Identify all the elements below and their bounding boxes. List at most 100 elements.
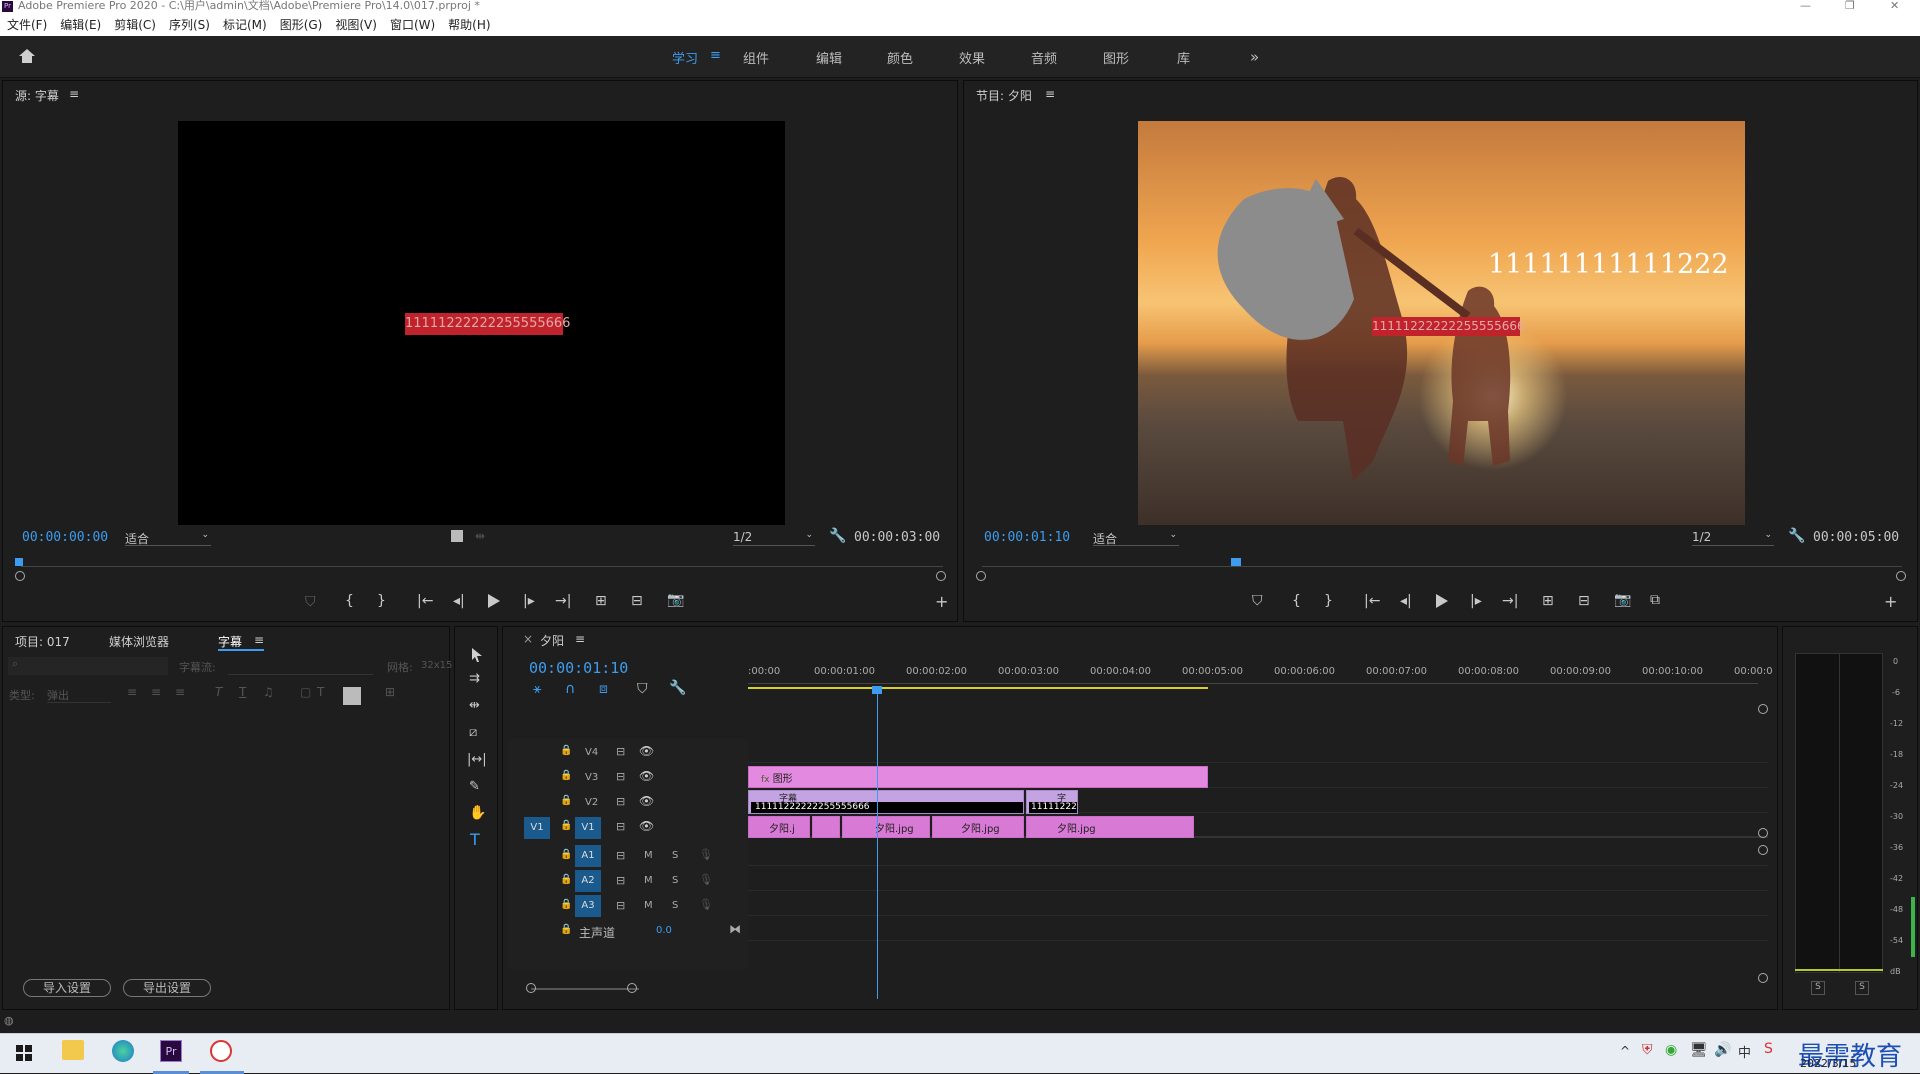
track-label-v3[interactable]: V3 bbox=[585, 772, 598, 783]
microphone-icon[interactable]: 🎙 bbox=[699, 898, 713, 911]
play-icon[interactable] bbox=[1436, 594, 1448, 608]
type-tool-icon[interactable]: T bbox=[470, 830, 480, 849]
vscroll-handle-top[interactable] bbox=[1758, 704, 1768, 714]
go-to-out-icon[interactable]: →| bbox=[555, 593, 571, 609]
step-forward-icon[interactable]: |▸ bbox=[1470, 593, 1482, 609]
overwrite-icon[interactable]: ⊟ bbox=[631, 593, 643, 609]
clip-image[interactable]: 夕阳.j bbox=[748, 816, 810, 838]
hscroll-handle-right[interactable] bbox=[627, 983, 637, 993]
zoom-handle-left[interactable] bbox=[976, 571, 986, 581]
tray-security-icon[interactable]: ⛨ bbox=[1642, 1042, 1653, 1058]
windows-start-icon[interactable] bbox=[16, 1045, 32, 1061]
mute-button[interactable]: M bbox=[644, 850, 653, 861]
tab-media-browser[interactable]: 媒体浏览器 bbox=[109, 633, 169, 650]
background-color-icon[interactable]: ▢ bbox=[300, 685, 311, 699]
solo-button[interactable]: S bbox=[672, 850, 678, 861]
track-lane-a3[interactable] bbox=[748, 892, 1768, 916]
go-to-in-icon[interactable]: |← bbox=[1364, 593, 1380, 609]
hscroll-track[interactable] bbox=[531, 988, 639, 990]
file-explorer-icon[interactable] bbox=[62, 1040, 84, 1060]
zoom-handle-right[interactable] bbox=[1896, 571, 1906, 581]
eye-icon[interactable]: 👁 bbox=[639, 769, 654, 783]
vscroll-handle-bottom[interactable] bbox=[1758, 973, 1768, 983]
timeline-ruler[interactable]: :00:00 00:00:01:00 00:00:02:00 00:00:03:… bbox=[748, 661, 1773, 691]
track-lane-v4[interactable] bbox=[748, 739, 1768, 763]
taskbar-date[interactable]: 2022/3/15 bbox=[1800, 1057, 1856, 1070]
clip-graphic[interactable]: fx 图形 bbox=[748, 766, 1208, 788]
menu-sequence[interactable]: 序列(S) bbox=[169, 18, 210, 32]
ripple-edit-tool-icon[interactable]: ⇹ bbox=[469, 698, 480, 713]
tab-learn[interactable]: 学习 bbox=[672, 48, 698, 67]
search-input[interactable]: ⌕ bbox=[8, 657, 168, 675]
clip-image[interactable]: 夕阳.jpg bbox=[842, 816, 930, 838]
program-playhead[interactable] bbox=[1231, 558, 1241, 566]
text-color-icon[interactable]: T bbox=[317, 685, 324, 699]
go-to-out-icon[interactable]: →| bbox=[1502, 593, 1518, 609]
lock-icon[interactable]: 🔒 bbox=[560, 874, 572, 885]
underline-icon[interactable]: T bbox=[239, 685, 246, 699]
zoom-handle-left[interactable] bbox=[15, 571, 25, 581]
more-workspaces-icon[interactable]: » bbox=[1250, 48, 1259, 66]
sync-icon[interactable]: ⊟ bbox=[616, 745, 625, 758]
play-icon[interactable] bbox=[488, 594, 500, 608]
eye-icon[interactable]: 👁 bbox=[639, 794, 654, 808]
align-left-icon[interactable]: ≡ bbox=[127, 685, 137, 699]
camera-icon[interactable]: 📷 bbox=[667, 592, 684, 608]
panel-menu-icon[interactable]: ≡ bbox=[575, 632, 585, 646]
timeline-timecode[interactable]: 00:00:01:10 bbox=[529, 659, 628, 677]
tab-captions[interactable]: 字幕 bbox=[218, 633, 242, 650]
edge-browser-icon[interactable] bbox=[112, 1040, 134, 1062]
meter-solo-left[interactable]: S bbox=[1811, 981, 1825, 995]
program-time-ruler[interactable] bbox=[982, 555, 1902, 567]
network-icon[interactable]: 🖥 bbox=[1690, 1042, 1708, 1058]
sequence-tab[interactable]: 夕阳 bbox=[540, 632, 564, 649]
restore-icon[interactable]: ❐ bbox=[1845, 0, 1855, 12]
go-to-end-icon[interactable]: ⧓ bbox=[729, 922, 741, 936]
source-playhead[interactable] bbox=[15, 558, 23, 566]
menu-help[interactable]: 帮助(H) bbox=[448, 18, 490, 32]
menu-clip[interactable]: 剪辑(C) bbox=[114, 18, 156, 32]
grid-position-icon[interactable]: ⊞ bbox=[385, 685, 395, 699]
lock-icon[interactable]: 🔒 bbox=[560, 924, 572, 935]
step-back-icon[interactable]: ◂| bbox=[1400, 593, 1412, 609]
tray-app-icon[interactable]: ◉ bbox=[1665, 1042, 1677, 1058]
lock-icon[interactable]: 🔒 bbox=[560, 899, 572, 910]
align-center-icon[interactable]: ≡ bbox=[151, 685, 161, 699]
vscroll-handle[interactable] bbox=[1758, 828, 1768, 838]
panel-menu-icon[interactable]: ≡ bbox=[254, 633, 264, 647]
menu-view[interactable]: 视图(V) bbox=[335, 18, 377, 32]
lock-icon[interactable]: 🔒 bbox=[560, 745, 572, 756]
track-lane-a1[interactable] bbox=[748, 842, 1768, 866]
export-settings-button[interactable]: 导出设置 bbox=[123, 979, 211, 997]
wrench-icon[interactable]: 🔧 bbox=[1788, 528, 1805, 544]
source-time-ruler[interactable] bbox=[21, 555, 943, 567]
sogou-input-icon[interactable]: S bbox=[1764, 1041, 1773, 1057]
italic-icon[interactable]: T bbox=[215, 685, 222, 699]
solo-button[interactable]: S bbox=[672, 900, 678, 911]
sync-icon[interactable]: ⊟ bbox=[616, 795, 625, 808]
source-title[interactable]: 源: 字幕 bbox=[15, 87, 59, 104]
linked-selection-icon[interactable]: ⧈ bbox=[599, 681, 608, 697]
mark-out-icon[interactable]: } bbox=[377, 593, 386, 609]
track-label-a1[interactable]: A1 bbox=[575, 845, 601, 867]
clip-caption-1[interactable]: 字幕 11111222222255555666 bbox=[748, 790, 1024, 814]
track-label-v4[interactable]: V4 bbox=[585, 747, 598, 758]
tab-project[interactable]: 项目: 017 bbox=[15, 633, 70, 650]
eye-icon[interactable]: 👁 bbox=[639, 819, 654, 833]
tab-audio[interactable]: 音频 bbox=[1031, 48, 1057, 67]
status-icon[interactable]: ◍ bbox=[4, 1014, 14, 1027]
menu-graphics[interactable]: 图形(G) bbox=[280, 18, 323, 32]
program-title[interactable]: 节目: 夕阳 bbox=[976, 87, 1032, 104]
pen-tool-icon[interactable]: ✎ bbox=[469, 779, 480, 794]
menu-lines-icon[interactable]: ≡ bbox=[710, 48, 721, 63]
type-dropdown[interactable]: 弹出 bbox=[47, 687, 111, 703]
step-forward-icon[interactable]: |▸ bbox=[523, 593, 535, 609]
wrench-icon[interactable]: 🔧 bbox=[829, 528, 846, 544]
source-timecode[interactable]: 00:00:00:00 bbox=[22, 530, 108, 545]
compare-view-icon[interactable]: ⧉ bbox=[1650, 592, 1660, 608]
panel-menu-icon[interactable]: ≡ bbox=[1045, 87, 1055, 101]
add-marker-icon[interactable]: ⛉ bbox=[305, 594, 316, 610]
solo-button[interactable]: S bbox=[672, 875, 678, 886]
track-select-tool-icon[interactable]: ⇉ bbox=[469, 671, 480, 686]
lock-icon[interactable]: 🔒 bbox=[560, 820, 572, 831]
